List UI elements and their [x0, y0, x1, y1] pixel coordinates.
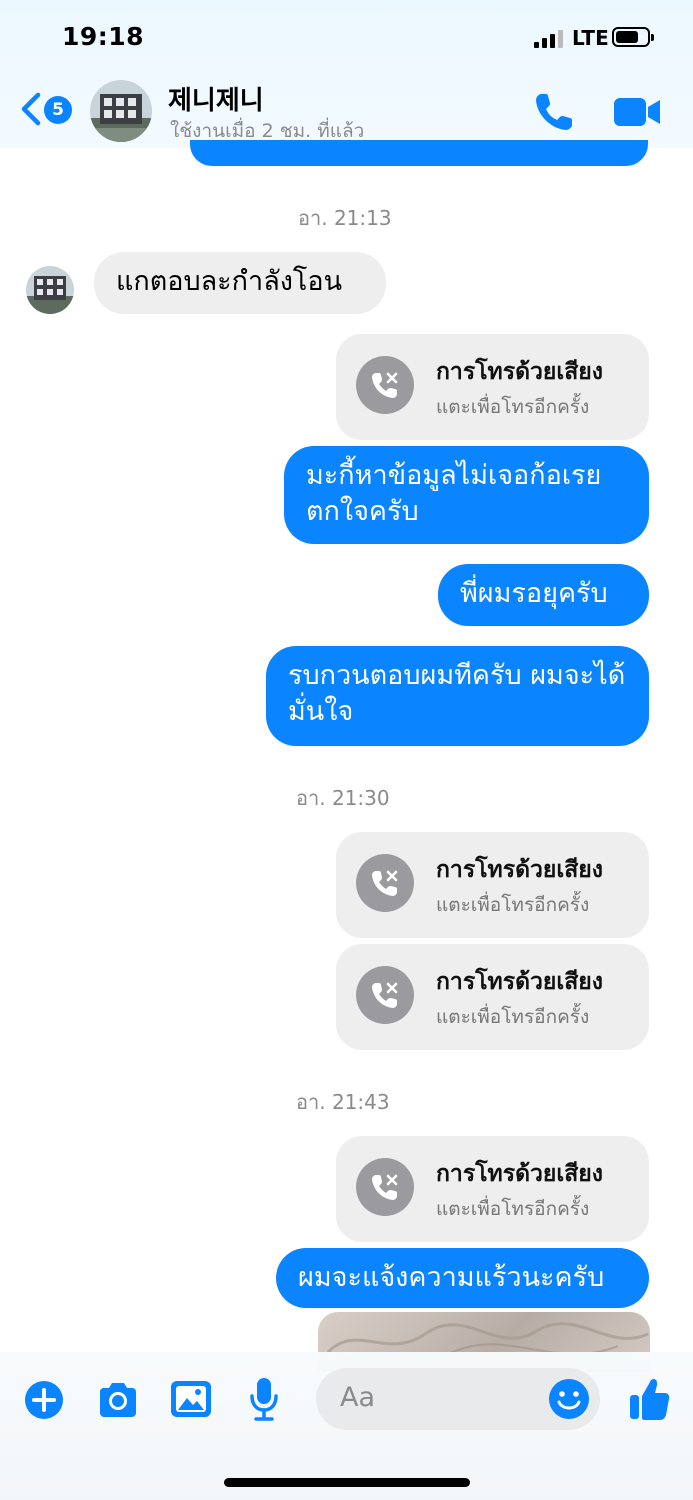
status-time: 19:18	[62, 22, 145, 51]
message-input[interactable]: Aa	[316, 1368, 600, 1430]
voice-call-card[interactable]: การโทรด้วยเสียง แตะเพื่อโทรอีกครั้ง	[336, 944, 649, 1050]
thumbs-up-icon[interactable]	[628, 1376, 670, 1422]
call-card-title: การโทรด้วยเสียง	[436, 1161, 603, 1187]
call-card-title: การโทรด้วยเสียง	[436, 857, 603, 883]
missed-call-icon	[356, 356, 414, 414]
contact-active-status: ใช้งานเมื่อ 2 ชม. ที่แล้ว	[170, 120, 365, 142]
emoji-icon[interactable]	[548, 1378, 590, 1420]
missed-call-icon	[356, 854, 414, 912]
outgoing-message[interactable]: รบกวนตอบผมทีครับ ผมจะได้มั่นใจ	[266, 646, 649, 746]
timestamp: อา. 21:13	[298, 206, 392, 230]
voice-call-card[interactable]: การโทรด้วยเสียง แตะเพื่อโทรอีกครั้ง	[336, 1136, 649, 1242]
battery-icon	[612, 27, 654, 47]
unread-count-badge[interactable]: 5	[44, 96, 72, 124]
timestamp: อา. 21:30	[296, 786, 390, 810]
call-card-subtitle: แตะเพื่อโทรอีกครั้ง	[436, 1198, 590, 1220]
chevron-left-icon[interactable]	[18, 92, 44, 126]
home-indicator	[224, 1478, 470, 1487]
contact-avatar[interactable]	[90, 80, 152, 142]
outgoing-message[interactable]: พี่ผมรอยุครับ	[438, 564, 649, 626]
contact-name[interactable]: 제니제니	[168, 80, 264, 117]
outgoing-message[interactable]: ผมจะแจ้งความแร้วนะครับ	[276, 1248, 649, 1308]
phone-icon[interactable]	[532, 90, 576, 134]
voice-call-card[interactable]: การโทรด้วยเสียง แตะเพื่อโทรอีกครั้ง	[336, 832, 649, 938]
microphone-icon[interactable]	[248, 1376, 280, 1422]
signal-icon	[534, 30, 566, 48]
call-card-title: การโทรด้วยเสียง	[436, 359, 603, 385]
network-label: LTE	[572, 26, 609, 50]
missed-call-icon	[356, 966, 414, 1024]
voice-call-card[interactable]: การโทรด้วยเสียง แตะเพื่อโทรอีกครั้ง	[336, 334, 649, 440]
missed-call-icon	[356, 1158, 414, 1216]
call-card-title: การโทรด้วยเสียง	[436, 969, 603, 995]
call-card-subtitle: แตะเพื่อโทรอีกครั้ง	[436, 894, 590, 916]
sender-avatar[interactable]	[26, 266, 74, 314]
plus-icon[interactable]	[24, 1380, 64, 1420]
video-icon[interactable]	[612, 94, 662, 130]
call-card-subtitle: แตะเพื่อโทรอีกครั้ง	[436, 396, 590, 418]
gallery-icon[interactable]	[170, 1380, 212, 1418]
camera-icon[interactable]	[96, 1380, 140, 1420]
timestamp: อา. 21:43	[296, 1090, 390, 1114]
outgoing-message[interactable]: มะกี้หาข้อมูลไม่เจอก้อเรยตกใจครับ	[284, 446, 649, 544]
incoming-message[interactable]: แกตอบละกำลังโอน	[94, 252, 386, 314]
message-input-placeholder: Aa	[340, 1382, 376, 1413]
call-card-subtitle: แตะเพื่อโทรอีกครั้ง	[436, 1006, 590, 1028]
